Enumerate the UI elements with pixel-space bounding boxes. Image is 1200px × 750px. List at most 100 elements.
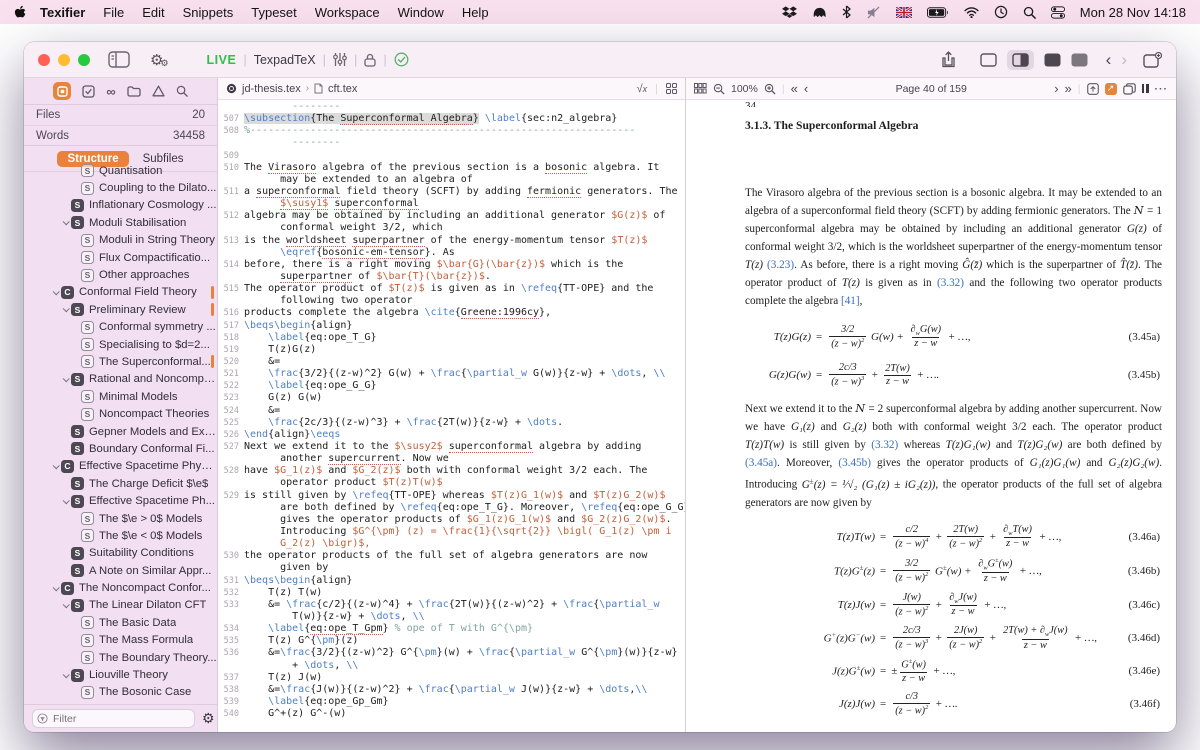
code-line[interactable]: 529is still given by \refeq{TT-OPE} wher… bbox=[218, 490, 685, 502]
tree-item[interactable]: SModuli Stabilisation bbox=[24, 214, 217, 231]
chevron-down-icon[interactable] bbox=[59, 307, 71, 312]
tree-item[interactable]: SA Note on Similar Appr... bbox=[24, 562, 217, 579]
code-line[interactable]: T(w)}{z-w} + \dots, \\ bbox=[218, 611, 685, 623]
code-line[interactable]: 513is the worldsheet superpartner of the… bbox=[218, 235, 685, 247]
zoom-out-icon[interactable] bbox=[713, 83, 725, 95]
code-line[interactable]: given by bbox=[218, 562, 685, 574]
issues-pane-icon[interactable] bbox=[152, 85, 165, 97]
symbols-pane-icon[interactable]: ∞ bbox=[106, 84, 115, 99]
tree-item[interactable]: CConformal Field Theory bbox=[24, 284, 217, 301]
typeset-options-sliders-icon[interactable] bbox=[333, 53, 347, 66]
view-split-button[interactable] bbox=[1007, 50, 1034, 70]
code-line[interactable]: 535 T(z) G^{\pm}(z) bbox=[218, 635, 685, 647]
code-line[interactable]: 510The Virasoro algebra of the previous … bbox=[218, 162, 685, 174]
menu-item-texifier[interactable]: Texifier bbox=[31, 5, 94, 20]
code-line[interactable]: 525 \frac{2c/3}{(z-w)^3} + \frac{2T(w)}{… bbox=[218, 417, 685, 429]
jump-to-source-icon[interactable]: ↗ bbox=[1105, 83, 1117, 95]
live-typeset-label[interactable]: LIVE bbox=[207, 53, 237, 67]
code-line[interactable]: operator product $T(z)T(w)$ bbox=[218, 477, 685, 489]
view-pdf-only-button[interactable] bbox=[1044, 53, 1061, 67]
code-line[interactable]: -------- bbox=[218, 101, 685, 113]
code-line[interactable]: 533 &= \frac{c/2}{(z-w)^4} + \frac{2T(w)… bbox=[218, 599, 685, 611]
code-line[interactable]: 526\end{align}\eeqs bbox=[218, 429, 685, 441]
code-line[interactable]: 509 bbox=[218, 150, 685, 162]
tree-item[interactable]: CThe Noncompact Confor... bbox=[24, 579, 217, 596]
lock-icon[interactable] bbox=[364, 53, 376, 67]
chevron-down-icon[interactable] bbox=[49, 464, 61, 469]
tree-item[interactable]: SQuantisation bbox=[24, 162, 217, 179]
code-line[interactable]: + \dots, \\ bbox=[218, 659, 685, 671]
code-line[interactable]: 517\beqs\begin{align} bbox=[218, 320, 685, 332]
code-line[interactable]: $\susy1$ superconformal bbox=[218, 198, 685, 210]
app-blob-icon[interactable] bbox=[812, 6, 827, 19]
code-line[interactable]: are both defined by \refeq{eq:ope_T_G}. … bbox=[218, 502, 685, 514]
tree-item[interactable]: SRational and Noncompa... bbox=[24, 371, 217, 388]
math-preview-icon[interactable]: √x bbox=[637, 83, 648, 95]
structure-pane-icon[interactable] bbox=[53, 82, 71, 100]
menu-item-window[interactable]: Window bbox=[389, 5, 453, 20]
tree-item[interactable]: SBoundary Conformal Fi... bbox=[24, 440, 217, 457]
back-button[interactable]: ‹ bbox=[1106, 51, 1112, 68]
sync-scroll-icon[interactable] bbox=[1087, 83, 1099, 95]
code-line[interactable]: another supercurrent. Now we bbox=[218, 453, 685, 465]
code-line[interactable]: 519 T(z)G(z) bbox=[218, 344, 685, 356]
chevron-down-icon[interactable] bbox=[49, 290, 61, 295]
next-page-icon[interactable]: › bbox=[1054, 81, 1058, 96]
tree-item[interactable]: SModuli in String Theory bbox=[24, 232, 217, 249]
last-page-icon[interactable]: » bbox=[1065, 81, 1072, 96]
files-pane-icon[interactable] bbox=[127, 86, 141, 97]
bluetooth-icon[interactable] bbox=[842, 5, 851, 19]
code-line[interactable]: -------- bbox=[218, 137, 685, 149]
control-center-icon[interactable] bbox=[1051, 6, 1065, 19]
code-line[interactable]: 530the operator products of the full set… bbox=[218, 550, 685, 562]
tree-item[interactable]: SLiouville Theory bbox=[24, 666, 217, 683]
tree-item[interactable]: SInflationary Cosmology ... bbox=[24, 197, 217, 214]
todo-pane-icon[interactable] bbox=[82, 85, 95, 98]
code-line[interactable]: 539 \label{eq:ope_Gp_Gm} bbox=[218, 696, 685, 708]
search-pane-icon[interactable] bbox=[176, 85, 188, 97]
dropbox-icon[interactable] bbox=[782, 5, 797, 19]
menu-item-snippets[interactable]: Snippets bbox=[174, 5, 243, 20]
breadcrumb-file[interactable]: cft.tex bbox=[328, 83, 357, 95]
code-line[interactable]: 522 \label{eq:ope_G_G} bbox=[218, 380, 685, 392]
tree-item[interactable]: SOther approaches bbox=[24, 266, 217, 283]
tree-item[interactable]: CEffective Spacetime Physi... bbox=[24, 458, 217, 475]
code-line[interactable]: gives the operator products of $G_1(z)G_… bbox=[218, 514, 685, 526]
code-line[interactable]: superpartner of $\bar{T}(\bar{z})$. bbox=[218, 271, 685, 283]
tree-item[interactable]: SThe Bosonic Case bbox=[24, 684, 217, 701]
chevron-down-icon[interactable] bbox=[59, 377, 71, 382]
code-line[interactable]: 518 \label{eq:ope_T_G} bbox=[218, 332, 685, 344]
menu-clock[interactable]: Mon 28 Nov 14:18 bbox=[1080, 5, 1186, 20]
menu-item-typeset[interactable]: Typeset bbox=[242, 5, 306, 20]
typeset-settings-gear-icon[interactable]: ⚙⚙ bbox=[150, 51, 169, 69]
tree-item[interactable]: SEffective Spacetime Ph... bbox=[24, 492, 217, 509]
code-line[interactable]: Introducing $G^{\pm} (z) = \frac{1}{\sqr… bbox=[218, 526, 685, 538]
chevron-down-icon[interactable] bbox=[59, 220, 71, 225]
code-line[interactable]: conformal weight 3/2, which bbox=[218, 222, 685, 234]
breadcrumb-root[interactable]: jd-thesis.tex bbox=[242, 83, 301, 95]
search-icon[interactable] bbox=[1023, 6, 1036, 19]
code-line[interactable]: 534 \label{eq:ope_T_Gpm} % ope of T with… bbox=[218, 623, 685, 635]
apple-logo[interactable] bbox=[14, 5, 27, 20]
battery-icon[interactable] bbox=[927, 7, 949, 18]
code-editor[interactable]: --------507\subsection{The Superconforma… bbox=[218, 100, 685, 732]
chevron-down-icon[interactable] bbox=[59, 673, 71, 678]
code-line[interactable]: following two operator bbox=[218, 295, 685, 307]
pages-icon[interactable] bbox=[1123, 83, 1136, 95]
code-line[interactable]: 514before, there is a right moving $\bar… bbox=[218, 259, 685, 271]
code-line[interactable]: 527Next we extend it to the $\susy2$ sup… bbox=[218, 441, 685, 453]
filter-input[interactable] bbox=[32, 709, 195, 728]
chevron-down-icon[interactable] bbox=[59, 499, 71, 504]
more-options-icon[interactable]: ··· bbox=[1155, 83, 1169, 95]
wifi-icon[interactable] bbox=[964, 7, 979, 18]
code-line[interactable]: 537 T(z) J(w) bbox=[218, 672, 685, 684]
tree-item[interactable]: SThe Boundary Theory... bbox=[24, 649, 217, 666]
view-typeset-log-button[interactable] bbox=[1071, 53, 1088, 67]
menu-item-help[interactable]: Help bbox=[453, 5, 498, 20]
code-line[interactable]: 532 T(z) T(w) bbox=[218, 587, 685, 599]
share-icon[interactable] bbox=[941, 51, 956, 68]
code-line[interactable]: \eqref{bosonic-em-tensor}. As bbox=[218, 247, 685, 259]
grid-view-icon[interactable] bbox=[666, 83, 677, 94]
chevron-down-icon[interactable] bbox=[49, 586, 61, 591]
thumbnails-icon[interactable] bbox=[694, 83, 707, 94]
